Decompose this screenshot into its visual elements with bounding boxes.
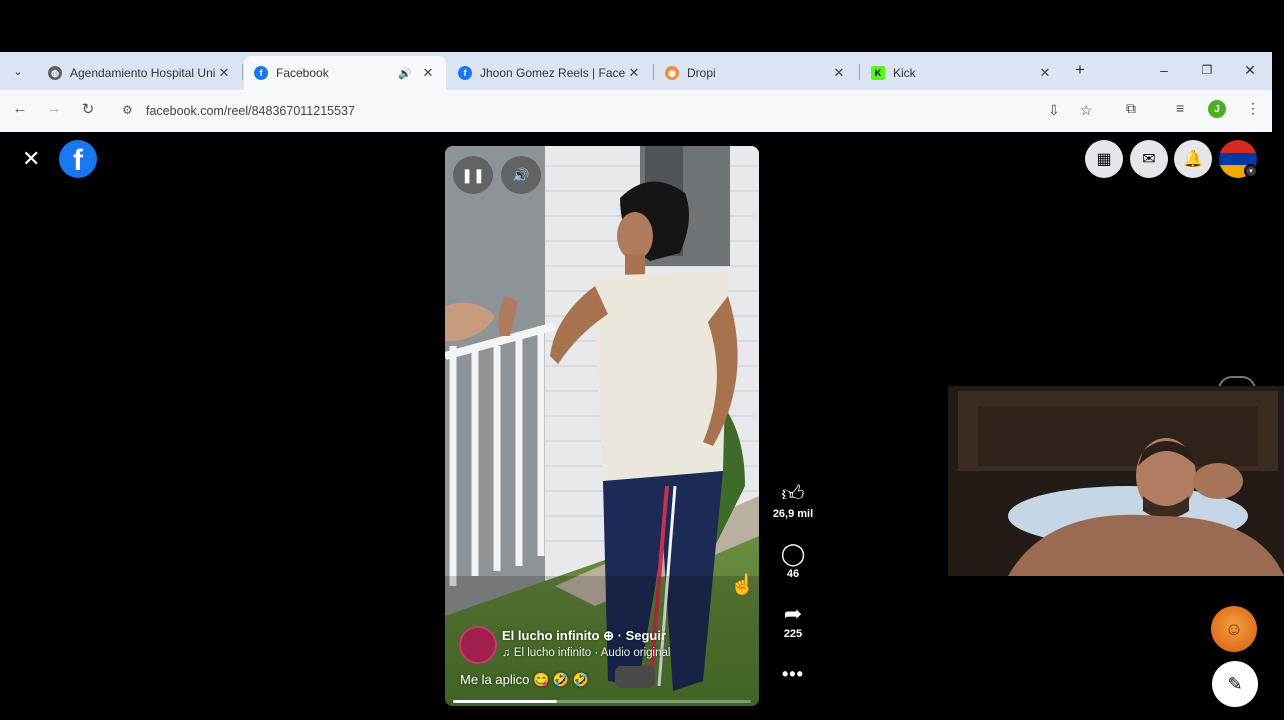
author-name[interactable]: El lucho infinito bbox=[502, 628, 600, 643]
share-arrow-icon: ➦ bbox=[783, 601, 803, 626]
facebook-icon: f bbox=[458, 66, 472, 80]
tab-close-icon[interactable]: ✕ bbox=[216, 65, 232, 81]
tab-jhoon-gomez-reels[interactable]: f Jhoon Gomez Reels | Facebo ✕ bbox=[448, 56, 652, 90]
facebook-icon: f bbox=[254, 66, 268, 80]
globe-icon: ◍ bbox=[48, 66, 62, 80]
tab-title: Agendamiento Hospital Uni bbox=[70, 66, 216, 80]
browser-chrome: ⌄ ◍ Agendamiento Hospital Uni ✕ f Facebo… bbox=[0, 52, 1272, 132]
tab-kick[interactable]: K Kick ✕ bbox=[861, 56, 1063, 90]
tab-close-icon[interactable]: ✕ bbox=[1037, 65, 1053, 81]
reel-progress-bar[interactable] bbox=[453, 700, 751, 703]
author-name-line[interactable]: El lucho infinito ⊕ · Seguir bbox=[502, 628, 666, 644]
tab-dropi[interactable]: ◉ Dropi ✕ bbox=[655, 56, 857, 90]
tab-close-icon[interactable]: ✕ bbox=[420, 65, 436, 81]
comment-button[interactable]: ◯ 46 bbox=[765, 541, 821, 581]
thumbs-up-icon: 👍︎ bbox=[781, 481, 805, 506]
menu-kebab-icon[interactable]: ⋮ bbox=[1246, 100, 1260, 117]
media-control-icon[interactable]: ≡ bbox=[1176, 100, 1184, 116]
url-text[interactable]: facebook.com/reel/848367011215537 bbox=[146, 104, 355, 118]
install-app-icon[interactable]: ⇩ bbox=[1048, 102, 1060, 119]
mouse-cursor-icon: ☝ bbox=[730, 574, 755, 596]
comment-icon: ◯ bbox=[780, 541, 806, 566]
screen-top-bar bbox=[0, 0, 1284, 52]
menu-grid-icon[interactable]: ▦ bbox=[1085, 140, 1123, 178]
compose-message-icon[interactable]: ✎ bbox=[1212, 661, 1258, 707]
tab-title: Facebook bbox=[276, 66, 329, 80]
share-count: 225 bbox=[783, 628, 803, 640]
tab-separator bbox=[653, 64, 654, 80]
tab-close-icon[interactable]: ✕ bbox=[626, 65, 642, 81]
reel-video-frame bbox=[445, 146, 759, 706]
bookmark-star-icon[interactable]: ☆ bbox=[1080, 102, 1093, 119]
more-options-icon[interactable]: ••• bbox=[782, 664, 804, 685]
kick-icon: K bbox=[871, 66, 885, 80]
globe-icon: ⊕ · bbox=[603, 628, 626, 643]
back-icon[interactable]: ← bbox=[10, 100, 30, 117]
audio-label[interactable]: El lucho infinito · Audio original bbox=[514, 647, 671, 659]
tab-title: Jhoon Gomez Reels | Facebo bbox=[480, 66, 626, 80]
webcam-overlay bbox=[948, 386, 1284, 576]
reel-video[interactable]: ❚❚ 🔊 El lucho infinito ⊕ · Seguir ♫ El l… bbox=[445, 146, 759, 706]
like-button[interactable]: 👍︎ 26,9 mil bbox=[765, 481, 821, 521]
reel-caption: Me la aplico 😋 🤣 🤣 bbox=[460, 672, 589, 687]
follow-button[interactable]: Seguir bbox=[626, 628, 666, 643]
forward-icon[interactable]: → bbox=[44, 100, 64, 117]
new-tab-icon[interactable]: + bbox=[1070, 60, 1090, 80]
tab-facebook[interactable]: f Facebook 🔊 ✕ bbox=[244, 56, 446, 90]
chat-head-avatar[interactable]: ☺ bbox=[1211, 606, 1257, 652]
close-icon[interactable]: ✕ bbox=[22, 146, 40, 172]
profile-avatar[interactable]: J bbox=[1208, 100, 1226, 118]
reel-progress-fill bbox=[453, 700, 558, 703]
minimize-icon[interactable]: – bbox=[1154, 62, 1174, 78]
tab-title: Kick bbox=[893, 66, 916, 80]
music-note-icon: ♫ bbox=[502, 647, 514, 659]
like-count: 26,9 mil bbox=[772, 508, 814, 520]
speaker-icon[interactable]: 🔊 bbox=[398, 67, 412, 80]
tab-search-icon[interactable]: ⌄ bbox=[8, 61, 28, 81]
facebook-logo-icon[interactable]: f bbox=[59, 140, 97, 178]
share-button[interactable]: ➦ 225 bbox=[765, 601, 821, 641]
tab-separator bbox=[859, 64, 860, 80]
restore-icon[interactable]: ❐ bbox=[1197, 63, 1217, 77]
close-window-icon[interactable]: ✕ bbox=[1240, 62, 1260, 79]
pause-icon[interactable]: ❚❚ bbox=[453, 156, 493, 194]
volume-icon[interactable]: 🔊 bbox=[501, 156, 541, 194]
dropi-icon: ◉ bbox=[665, 66, 679, 80]
address-bar[interactable]: ⚙ facebook.com/reel/848367011215537 ⇩ ☆ bbox=[112, 95, 1112, 127]
audio-line[interactable]: ♫ El lucho infinito · Audio original bbox=[502, 647, 670, 659]
site-info-icon[interactable]: ⚙ bbox=[122, 103, 133, 117]
messenger-icon[interactable]: ✉ bbox=[1130, 140, 1168, 178]
comment-count: 46 bbox=[786, 568, 800, 580]
browser-toolbar: ← → ↻ ⚙ facebook.com/reel/84836701121553… bbox=[0, 90, 1272, 132]
tab-title: Dropi bbox=[687, 66, 716, 80]
chevron-down-icon[interactable]: ▾ bbox=[1244, 164, 1258, 178]
tab-strip: ⌄ ◍ Agendamiento Hospital Uni ✕ f Facebo… bbox=[0, 52, 1272, 90]
tab-separator bbox=[242, 64, 243, 80]
tab-close-icon[interactable]: ✕ bbox=[831, 65, 847, 81]
author-avatar[interactable] bbox=[459, 626, 497, 664]
webcam-feed bbox=[948, 386, 1284, 576]
reload-icon[interactable]: ↻ bbox=[78, 100, 98, 118]
notifications-bell-icon[interactable]: 🔔 bbox=[1174, 140, 1212, 178]
tab-agendamiento[interactable]: ◍ Agendamiento Hospital Uni ✕ bbox=[38, 56, 242, 90]
extensions-icon[interactable]: ⧉ bbox=[1126, 100, 1136, 117]
